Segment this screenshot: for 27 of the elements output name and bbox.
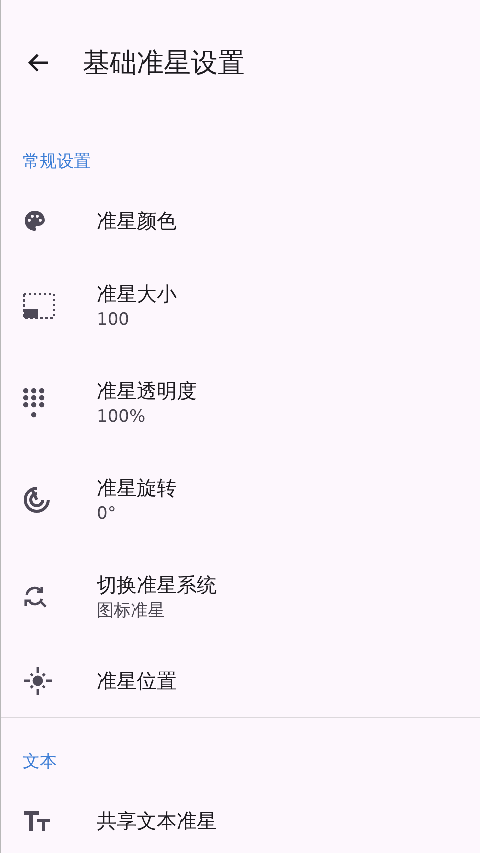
text-size-icon (23, 810, 51, 832)
settings-item[interactable]: 准星透明度 100% (1, 354, 480, 451)
item-title: 准星旋转 (97, 474, 177, 502)
item-summary: 100 (97, 308, 130, 332)
target-icon (23, 486, 51, 514)
settings-item[interactable]: 准星位置 (1, 645, 480, 717)
settings-item[interactable]: 准星旋转 0° (1, 451, 480, 548)
page-title: 基础准星设置 (83, 46, 245, 80)
settings-item[interactable]: 准星颜色 (1, 185, 480, 257)
section-title: 文本 (22, 751, 58, 774)
dots-icon (23, 388, 45, 418)
section-title: 常规设置 (22, 151, 92, 174)
item-title: 准星位置 (97, 668, 177, 695)
settings-item[interactable]: 切换准星系统 图标准星 (1, 548, 480, 645)
settings-item[interactable]: 共享文本准星 (1, 785, 480, 853)
crosshair-icon (23, 666, 53, 696)
item-title: 准星大小 (97, 280, 177, 308)
settings-item[interactable]: 准星大小 100 (1, 257, 480, 354)
item-summary: 100% (97, 406, 147, 428)
item-summary: 0° (97, 502, 118, 526)
palette-icon (23, 209, 47, 233)
item-summary: 图标准星 (97, 600, 166, 622)
item-title: 准星透明度 (97, 378, 197, 404)
item-title: 共享文本准星 (97, 808, 217, 835)
item-title: 准星颜色 (97, 208, 177, 235)
resize-icon (23, 292, 55, 318)
item-title: 切换准星系统 (97, 572, 217, 598)
